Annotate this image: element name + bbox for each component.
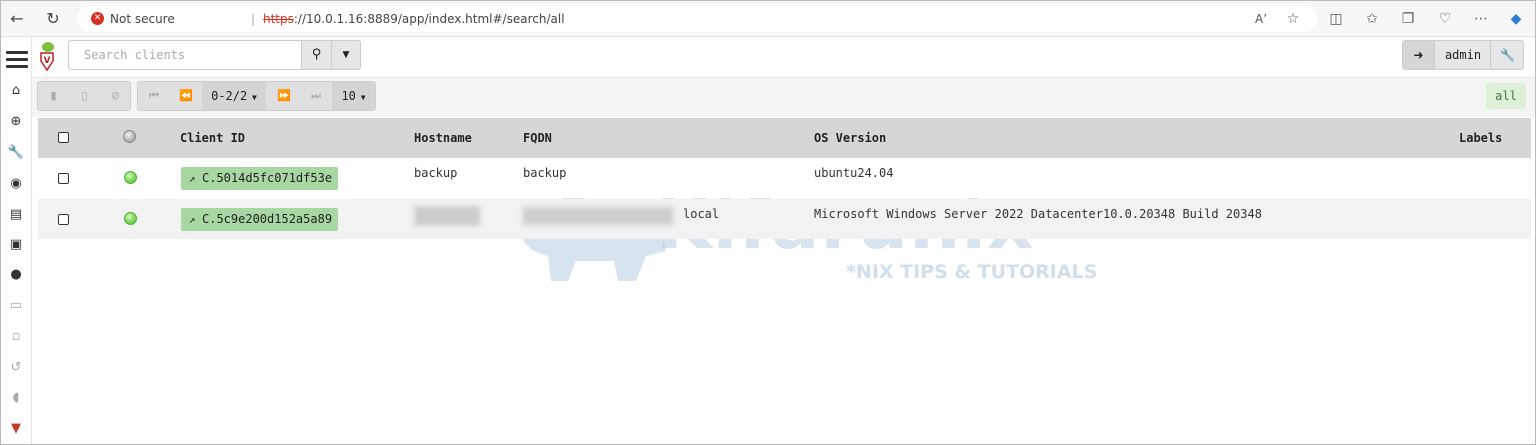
caret-down-icon: ▼ [342, 50, 350, 60]
user-menu-group: ➜ admin 🔧 [1402, 40, 1524, 70]
crosshair-icon[interactable]: ⊕ [7, 113, 25, 131]
page-range-dropdown[interactable]: 0-2/2 ▼ [202, 82, 266, 110]
laptop-icon[interactable]: ▭ [7, 297, 25, 315]
next-page-button[interactable]: ⏩ [268, 82, 300, 110]
previous-page-icon: ⏪ [179, 89, 193, 102]
app-window: ← ↻ ✕ Not secure | https://10.0.1.16:888… [0, 0, 1536, 445]
client-id-button[interactable]: ↗ C.5014d5fc071df53e [181, 167, 339, 190]
delete-clients-button[interactable]: ▯ [69, 82, 100, 110]
split-screen-icon[interactable]: ◫ [1326, 9, 1346, 29]
header-fqdn[interactable]: FQDN [523, 118, 552, 158]
wrench-settings-icon: 🔧 [1500, 48, 1515, 62]
svg-text:V: V [44, 56, 51, 66]
header-hostname[interactable]: Hostname [414, 118, 472, 158]
user-icon[interactable]: ● [7, 266, 25, 284]
hostname-cell: backup [414, 166, 458, 180]
address-bar[interactable]: ✕ Not secure | https://10.0.1.16:8889/ap… [77, 6, 1317, 32]
username-button[interactable]: admin [1436, 41, 1491, 69]
insecure-warning-icon: ✕ [91, 12, 104, 25]
tag-icon: ▮ [50, 89, 57, 102]
watermark-tagline: *NIX TIPS & TUTORIALS [846, 261, 1098, 283]
online-status-icon [124, 171, 137, 184]
client-id-text: C.5c9e200d152a5a89 [202, 212, 333, 226]
wrench-icon[interactable]: 🔧 [7, 144, 25, 162]
redacted-fqdn [523, 207, 673, 225]
quarantine-button[interactable]: ⊘ [100, 82, 131, 110]
url-path: ://10.0.1.16:8889/app/index.html#/search… [293, 12, 565, 26]
redacted-hostname [414, 206, 480, 226]
row-checkbox[interactable] [58, 173, 69, 184]
row-checkbox[interactable] [58, 214, 69, 225]
favorites-list-icon[interactable]: ✩ [1362, 9, 1382, 29]
header-labels[interactable]: Labels [1459, 118, 1502, 158]
reload-icon[interactable]: ↻ [43, 9, 63, 29]
external-link-icon: ↗ [188, 172, 196, 185]
copilot-icon[interactable]: ◆ [1506, 9, 1526, 29]
fqdn-cell: local [683, 207, 720, 221]
browser-essentials-icon[interactable]: ♡ [1435, 9, 1455, 29]
trash-icon: ▯ [81, 89, 88, 102]
left-sidebar: ⌂ ⊕ 🔧 ◉ ▤ ▣ ● ▭ ▫ ↺ ◖ ▼ [1, 37, 32, 444]
hamburger-menu-icon[interactable] [6, 51, 28, 68]
search-button[interactable]: ⚲ [301, 40, 332, 70]
first-page-icon: ⏮ [149, 89, 159, 102]
os-version-cell: ubuntu24.04 [814, 166, 894, 180]
home-icon[interactable]: ⌂ [7, 82, 25, 100]
last-page-icon: ⏭ [311, 89, 321, 102]
page-range-caret-icon: ▼ [247, 93, 257, 102]
search-icon: ⚲ [311, 47, 322, 62]
app-header: V ⚲ ▼ ➜ admin 🔧 [32, 37, 1535, 77]
favorite-star-icon[interactable]: ☆ [1283, 9, 1303, 29]
folder-icon[interactable]: ▫ [7, 328, 25, 346]
client-id-text: C.5014d5fc071df53e [202, 171, 333, 185]
eye-icon[interactable]: ◉ [7, 175, 25, 193]
search-options-dropdown[interactable]: ▼ [331, 40, 361, 70]
status-header-icon [123, 130, 136, 143]
browser-toolbar: ← ↻ ✕ Not secure | https://10.0.1.16:888… [1, 1, 1535, 37]
online-status-icon [124, 212, 137, 225]
filter-badge[interactable]: all [1486, 83, 1526, 109]
velociraptor-shield-icon[interactable]: ▼ [7, 420, 25, 438]
history-icon[interactable]: ↺ [7, 359, 25, 377]
page-size-caret-icon: ▼ [355, 93, 366, 102]
ban-icon: ⊘ [110, 89, 121, 102]
next-page-icon: ⏩ [277, 89, 291, 102]
table-row[interactable]: ↗ C.5014d5fc071df53e backup backup ubuntu… [38, 158, 1531, 198]
read-aloud-icon[interactable]: A’ [1251, 9, 1271, 29]
logout-button[interactable]: ➜ [1403, 41, 1435, 69]
external-link-icon: ↗ [188, 213, 196, 226]
os-version-cell: Microsoft Windows Server 2022 Datacenter… [814, 207, 1262, 221]
velociraptor-logo-icon: V [40, 42, 54, 71]
client-actions-group: ▮ ▯ ⊘ [37, 81, 131, 111]
security-label: Not secure [110, 12, 175, 26]
table-row[interactable]: ↗ C.5c9e200d152a5a89 local Microsoft Wind… [38, 199, 1531, 239]
page-size-label: 10 [341, 89, 356, 103]
url-text: https://10.0.1.16:8889/app/index.html#/s… [263, 6, 565, 32]
user-settings-button[interactable]: 🔧 [1492, 41, 1523, 69]
back-arrow-icon[interactable]: ← [7, 9, 27, 29]
more-menu-icon[interactable]: ⋯ [1471, 9, 1491, 29]
header-os-version[interactable]: OS Version [814, 118, 886, 158]
book-icon[interactable]: ▣ [7, 236, 25, 254]
address-separator: | [251, 12, 256, 26]
client-id-button[interactable]: ↗ C.5c9e200d152a5a89 [181, 208, 339, 231]
sign-out-icon: ➜ [1413, 48, 1424, 62]
table-header: Client ID Hostname FQDN OS Version Label… [38, 118, 1531, 158]
previous-page-button[interactable]: ⏪ [170, 82, 202, 110]
client-toolbar: ▮ ▯ ⊘ ⏮ ⏪ 0-2/2 ▼ ⏩ ⏭ 10 ▼ all [32, 77, 1535, 117]
url-scheme: https [263, 12, 294, 26]
page-range-label: 0-2/2 [211, 89, 248, 103]
server-icon[interactable]: ▤ [7, 206, 25, 224]
pagination-group: ⏮ ⏪ 0-2/2 ▼ ⏩ ⏭ 10 ▼ [137, 81, 376, 111]
collections-icon[interactable]: ❐ [1398, 9, 1418, 29]
last-page-button[interactable]: ⏭ [300, 82, 332, 110]
first-page-button[interactable]: ⏮ [138, 82, 170, 110]
header-client-id[interactable]: Client ID [180, 118, 245, 158]
page-size-dropdown[interactable]: 10 ▼ [332, 82, 375, 110]
search-clients-input[interactable] [68, 40, 302, 70]
label-clients-button[interactable]: ▮ [38, 82, 69, 110]
select-all-checkbox[interactable] [58, 132, 69, 143]
fqdn-cell: backup [523, 166, 567, 180]
binoculars-icon[interactable]: ◖ [7, 389, 25, 407]
